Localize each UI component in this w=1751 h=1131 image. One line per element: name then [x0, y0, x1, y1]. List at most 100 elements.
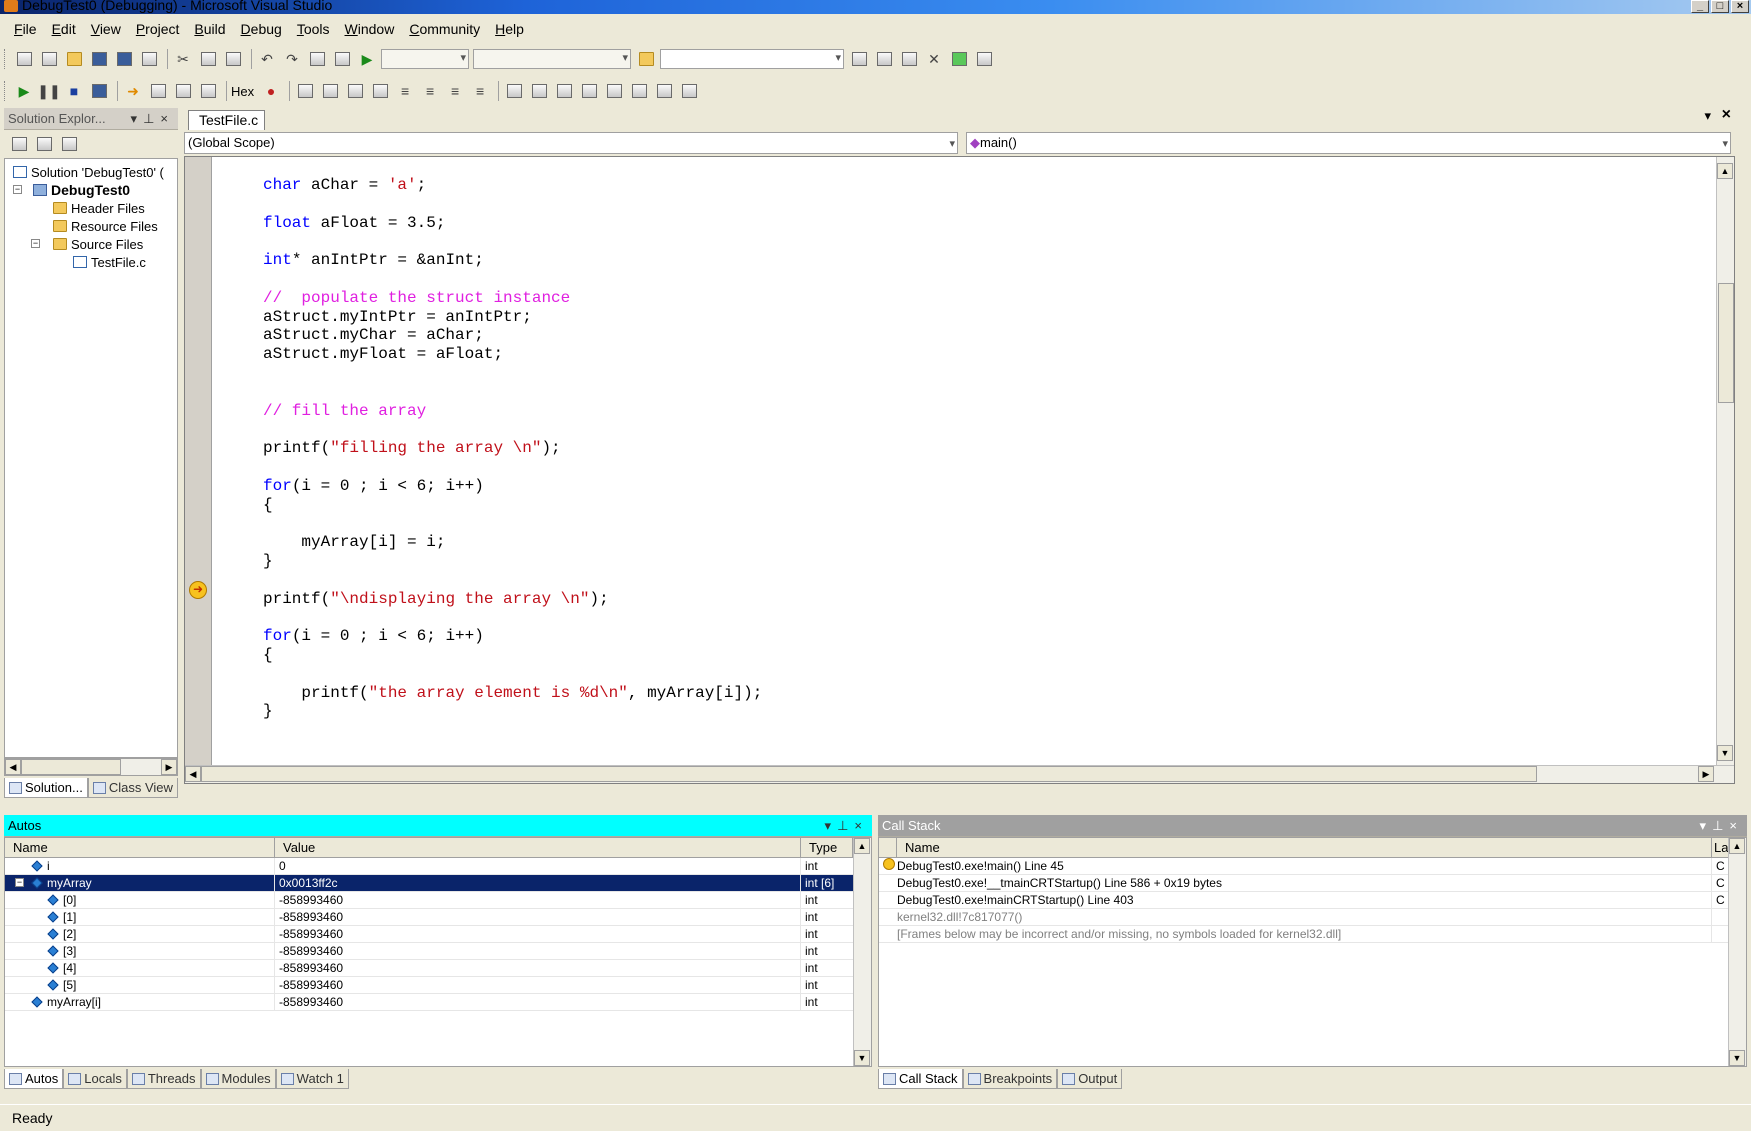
- menu-build[interactable]: Build: [194, 21, 225, 37]
- paste-icon[interactable]: [222, 48, 244, 70]
- code-line[interactable]: printf("\ndisplaying the array \n");: [263, 589, 609, 609]
- solution-explorer-icon[interactable]: [848, 48, 870, 70]
- autos-row[interactable]: [2] -858993460 int: [5, 926, 871, 943]
- pin-icon[interactable]: ⊥: [143, 111, 160, 126]
- autos-row[interactable]: [1] -858993460 int: [5, 909, 871, 926]
- start-debugging-icon[interactable]: ▶: [356, 48, 378, 70]
- collapse-toggle[interactable]: −: [13, 185, 22, 194]
- code-line[interactable]: aStruct.myFloat = aFloat;: [263, 344, 503, 364]
- autos-row[interactable]: [0] -858993460 int: [5, 892, 871, 909]
- scroll-up-icon[interactable]: ▲: [1729, 838, 1745, 854]
- tab-output[interactable]: Output: [1057, 1069, 1123, 1089]
- tree-item-project[interactable]: DebugTest0: [33, 181, 130, 199]
- code-line[interactable]: for(i = 0 ; i < 6; i++): [263, 476, 484, 496]
- dropdown-icon[interactable]: ▾: [1700, 818, 1713, 833]
- menu-window[interactable]: Window: [345, 21, 395, 37]
- close-document-icon[interactable]: ×: [1722, 106, 1731, 124]
- autos-row[interactable]: i 0 int: [5, 858, 871, 875]
- navigate-backward-icon[interactable]: [306, 48, 328, 70]
- tab-breakpoints[interactable]: Breakpoints: [962, 1069, 1058, 1089]
- properties-icon[interactable]: [12, 137, 27, 151]
- column-name[interactable]: Name: [5, 838, 275, 857]
- indent-icon[interactable]: [344, 80, 366, 102]
- find-in-files-icon[interactable]: [635, 48, 657, 70]
- close-icon[interactable]: ×: [854, 818, 868, 833]
- variable-value[interactable]: -858993460: [275, 977, 801, 993]
- autos-row[interactable]: [5] -858993460 int: [5, 977, 871, 994]
- step-out-icon[interactable]: [197, 80, 219, 102]
- tree-item-resource-files[interactable]: Resource Files: [53, 217, 158, 235]
- solution-configurations-combo[interactable]: [381, 49, 469, 69]
- save-all-icon[interactable]: [113, 48, 135, 70]
- save-icon[interactable]: [88, 48, 110, 70]
- show-all-files-icon[interactable]: [37, 137, 52, 151]
- menu-tools[interactable]: Tools: [297, 21, 330, 37]
- code-line[interactable]: // fill the array: [263, 401, 426, 421]
- scroll-left-icon[interactable]: ◀: [5, 759, 21, 775]
- close-button[interactable]: ×: [1731, 0, 1749, 13]
- toolbar-grip[interactable]: [4, 81, 7, 101]
- code-line[interactable]: {: [263, 645, 273, 665]
- code-line[interactable]: printf("the array element is %d\n", myAr…: [263, 683, 762, 703]
- stop-debugging-icon[interactable]: ■: [63, 80, 85, 102]
- format-icon[interactable]: ≡: [444, 80, 466, 102]
- print-icon[interactable]: [138, 48, 160, 70]
- increase-indent-icon[interactable]: ≡: [394, 80, 416, 102]
- tab-autos[interactable]: Autos: [4, 1069, 64, 1089]
- start-page-icon[interactable]: [948, 48, 970, 70]
- show-next-statement-icon[interactable]: ➜: [122, 80, 144, 102]
- code-line[interactable]: char aChar = 'a';: [263, 175, 426, 195]
- variable-value[interactable]: -858993460: [275, 909, 801, 925]
- object-browser-icon[interactable]: [898, 48, 920, 70]
- toolbox-icon[interactable]: ✕: [923, 48, 945, 70]
- menu-file[interactable]: File: [14, 21, 37, 37]
- menu-view[interactable]: View: [91, 21, 121, 37]
- scroll-thumb[interactable]: [201, 766, 1537, 782]
- scope-dropdown[interactable]: (Global Scope): [184, 132, 958, 154]
- close-icon[interactable]: ×: [160, 111, 174, 126]
- tab-watch-1[interactable]: Watch 1: [275, 1069, 349, 1089]
- next-bookmark-folder-icon[interactable]: [603, 80, 625, 102]
- comment-icon[interactable]: [294, 80, 316, 102]
- code-line[interactable]: printf("filling the array \n");: [263, 438, 561, 458]
- code-line[interactable]: int* anIntPtr = &anInt;: [263, 250, 484, 270]
- code-line[interactable]: }: [263, 701, 273, 721]
- decrease-indent-icon[interactable]: ≡: [419, 80, 441, 102]
- code-line[interactable]: }: [263, 551, 273, 571]
- scroll-right-icon[interactable]: ▶: [161, 759, 177, 775]
- next-bookmark-doc-icon[interactable]: [653, 80, 675, 102]
- variable-value[interactable]: 0x0013ff2c: [275, 875, 801, 891]
- call-stack-row[interactable]: DebugTest0.exe!__tmainCRTStartup() Line …: [879, 875, 1746, 892]
- scroll-left-icon[interactable]: ◀: [185, 766, 201, 782]
- close-icon[interactable]: ×: [1729, 818, 1743, 833]
- next-bookmark-icon[interactable]: [553, 80, 575, 102]
- navigate-forward-icon[interactable]: [331, 48, 353, 70]
- tab-locals[interactable]: Locals: [63, 1069, 127, 1089]
- vertical-scrollbar[interactable]: ▲ ▼: [1728, 838, 1746, 1066]
- code-area[interactable]: char aChar = 'a'; float aFloat = 3.5; int*…: [184, 156, 1735, 784]
- refresh-icon[interactable]: [62, 137, 77, 151]
- scroll-down-icon[interactable]: ▼: [854, 1050, 870, 1066]
- outdent-icon[interactable]: [369, 80, 391, 102]
- code-line[interactable]: aStruct.myIntPtr = anIntPtr;: [263, 307, 532, 327]
- variable-value[interactable]: -858993460: [275, 994, 801, 1010]
- tab-modules[interactable]: Modules: [200, 1069, 276, 1089]
- variable-value[interactable]: -858993460: [275, 926, 801, 942]
- maximize-button[interactable]: □: [1711, 0, 1729, 13]
- scroll-down-icon[interactable]: ▼: [1717, 745, 1733, 761]
- variable-value[interactable]: 0: [275, 858, 801, 874]
- prev-bookmark-doc-icon[interactable]: [628, 80, 650, 102]
- tab-threads[interactable]: Threads: [126, 1069, 201, 1089]
- clear-bookmarks-icon[interactable]: [678, 80, 700, 102]
- tab-call-stack[interactable]: Call Stack: [878, 1069, 963, 1089]
- menu-debug[interactable]: Debug: [241, 21, 282, 37]
- tab-class-view[interactable]: Class View: [87, 778, 178, 798]
- pin-icon[interactable]: ⊥: [1712, 818, 1729, 833]
- tab-solution-explorer[interactable]: Solution...: [4, 778, 88, 798]
- indicator-margin[interactable]: [185, 157, 211, 783]
- menu-edit[interactable]: Edit: [52, 21, 76, 37]
- toolbar-grip[interactable]: [4, 49, 7, 69]
- hex-toggle[interactable]: Hex: [231, 84, 254, 99]
- solution-platforms-combo[interactable]: [473, 49, 631, 69]
- redo-icon[interactable]: ↷: [281, 48, 303, 70]
